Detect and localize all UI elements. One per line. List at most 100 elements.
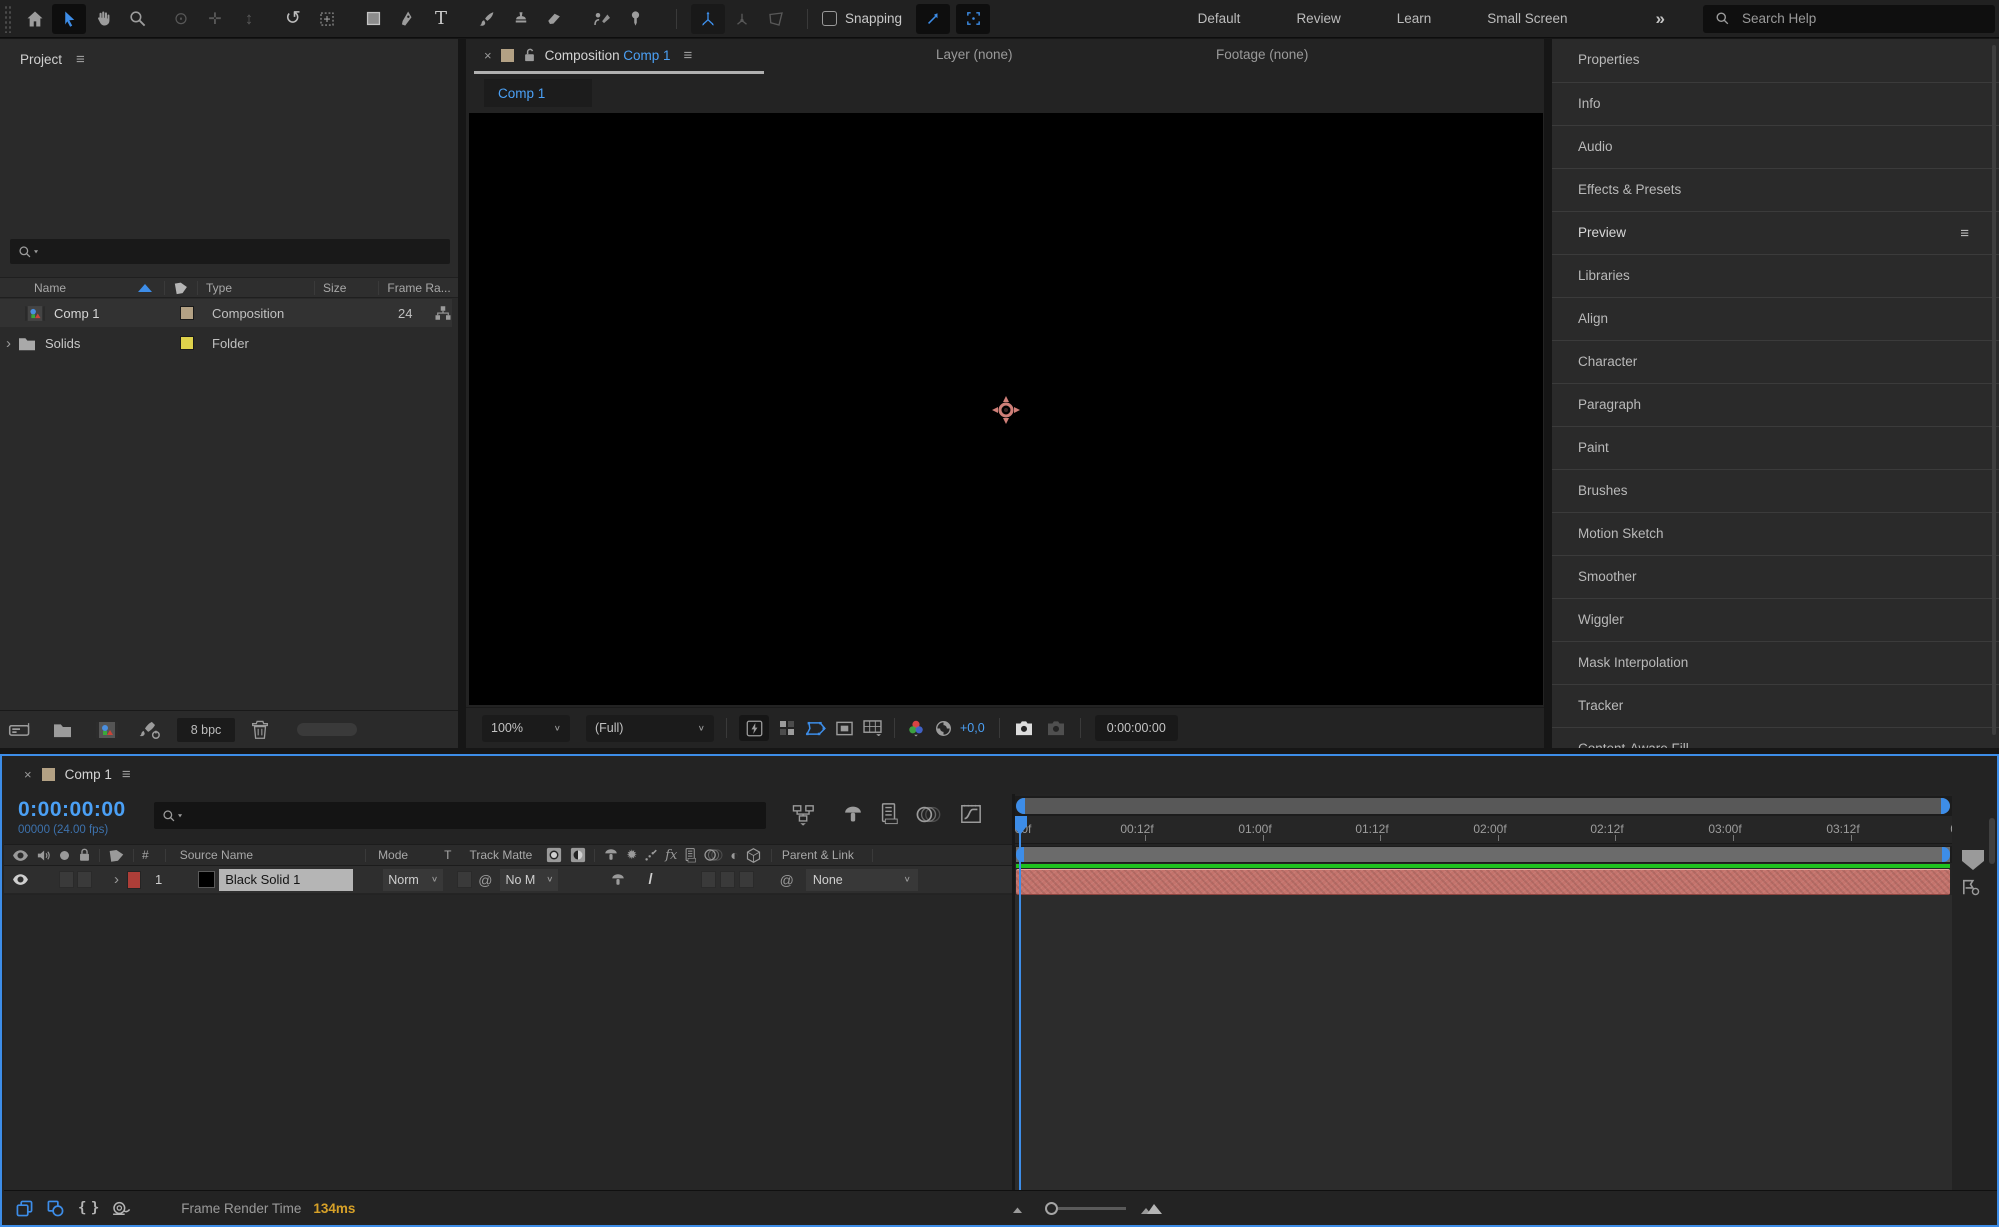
- layer-tab[interactable]: Layer (none): [936, 47, 1013, 62]
- graph-editor-icon[interactable]: [960, 803, 982, 825]
- sort-ascending-icon[interactable]: [138, 284, 152, 292]
- work-area-bar[interactable]: [1016, 847, 1950, 862]
- selection-tool[interactable]: [52, 4, 86, 34]
- pen-tool[interactable]: [390, 4, 424, 34]
- rectangle-tool[interactable]: [356, 4, 390, 34]
- composition-tab[interactable]: × Composition Comp 1 ≡: [474, 39, 702, 72]
- project-settings-icon[interactable]: [139, 720, 161, 740]
- roto-brush-tool[interactable]: [584, 4, 618, 34]
- snap-arrow-toggle[interactable]: [916, 4, 950, 34]
- layer-visibility-eye-icon[interactable]: [12, 873, 29, 886]
- time-navigator-bar[interactable]: [1016, 798, 1950, 814]
- eraser-tool[interactable]: [538, 4, 572, 34]
- panel-paint[interactable]: Paint: [1552, 426, 1999, 469]
- label-color-swatch[interactable]: [180, 306, 194, 320]
- interpret-footage-icon[interactable]: [8, 720, 32, 740]
- layer-label-color[interactable]: [127, 871, 141, 889]
- panel-smoother[interactable]: Smoother: [1552, 555, 1999, 598]
- project-search-input[interactable]: ▾: [10, 239, 450, 264]
- channel-rgb-icon[interactable]: [907, 719, 925, 737]
- rotate-tool[interactable]: ↺: [276, 4, 310, 34]
- delete-trash-icon[interactable]: [251, 720, 269, 739]
- panel-info[interactable]: Info: [1552, 82, 1999, 125]
- type-tool[interactable]: T: [424, 4, 458, 34]
- switch-box-1[interactable]: [701, 871, 716, 888]
- effects-fx-icon[interactable]: fx: [665, 848, 677, 863]
- zoom-slider-knob[interactable]: [1045, 1202, 1058, 1215]
- view-axis-mode-icon[interactable]: [759, 4, 793, 34]
- zoom-tool[interactable]: [120, 4, 154, 34]
- grid-guides-icon[interactable]: [863, 720, 882, 736]
- snap-bounds-toggle[interactable]: [956, 4, 990, 34]
- panel-menu-icon[interactable]: ≡: [684, 47, 693, 64]
- brush-tool[interactable]: [470, 4, 504, 34]
- panel-properties[interactable]: Properties: [1552, 39, 1999, 82]
- pan-behind-tool[interactable]: [310, 4, 344, 34]
- panel-content-aware-fill[interactable]: Content-Aware Fill: [1552, 727, 1999, 748]
- panel-mask-interpolation[interactable]: Mask Interpolation: [1552, 641, 1999, 684]
- time-navigator-track[interactable]: [1015, 796, 1952, 816]
- panel-effects-presets[interactable]: Effects & Presets: [1552, 168, 1999, 211]
- audio-toggle-box[interactable]: [59, 871, 74, 888]
- pan-camera-tool[interactable]: ✛: [198, 4, 232, 34]
- zoom-out-mountain-icon[interactable]: [1012, 1203, 1027, 1214]
- fast-previews-icon[interactable]: [739, 715, 769, 741]
- comp-marker-bin-icon[interactable]: [1962, 850, 1984, 870]
- workspace-review[interactable]: Review: [1268, 11, 1368, 26]
- region-of-interest-icon[interactable]: [836, 721, 853, 736]
- help-search-box[interactable]: Search Help: [1703, 5, 1995, 33]
- panel-tracker[interactable]: Tracker: [1552, 684, 1999, 727]
- home-tool[interactable]: [18, 4, 52, 34]
- expand-layer-switches-icon[interactable]: [16, 1200, 33, 1217]
- comp-subtab[interactable]: Comp 1: [484, 79, 592, 107]
- frame-blending-icon[interactable]: [880, 803, 898, 825]
- switch-box-3[interactable]: [739, 871, 754, 888]
- column-size[interactable]: Size: [323, 281, 346, 295]
- comp-button-icon[interactable]: [1960, 878, 1982, 896]
- panel-brushes[interactable]: Brushes: [1552, 469, 1999, 512]
- shy-toggle-icon[interactable]: [610, 873, 626, 887]
- orbit-camera-tool[interactable]: ⊙: [164, 4, 198, 34]
- adjustment-layer-icon[interactable]: ◐: [730, 847, 738, 863]
- blend-mode-select[interactable]: Norm∨: [383, 869, 443, 891]
- exposure-reset-icon[interactable]: [935, 720, 952, 737]
- alpha-matte-icon[interactable]: [546, 847, 562, 863]
- snapping-checkbox[interactable]: [822, 11, 837, 26]
- audio-speaker-icon[interactable]: [36, 848, 51, 863]
- quality-icon[interactable]: [644, 848, 658, 862]
- used-in-network-icon[interactable]: [434, 304, 452, 322]
- column-track-matte[interactable]: Track Matte: [469, 848, 532, 862]
- panel-wiggler[interactable]: Wiggler: [1552, 598, 1999, 641]
- time-ruler[interactable]: 00f 00:12f 01:00f 01:12f 02:00f 02:12f 0…: [1015, 816, 1997, 844]
- column-toggle-t[interactable]: T: [444, 848, 451, 862]
- workspace-learn[interactable]: Learn: [1369, 11, 1460, 26]
- clone-stamp-tool[interactable]: [504, 4, 538, 34]
- new-folder-icon[interactable]: [52, 721, 73, 738]
- composition-mini-flowchart-icon[interactable]: [792, 804, 816, 826]
- dolly-camera-tool[interactable]: ↕: [232, 4, 266, 34]
- unlock-icon[interactable]: [523, 48, 536, 63]
- shy-icon[interactable]: [603, 848, 619, 862]
- column-parent-link[interactable]: Parent & Link: [782, 848, 854, 862]
- toolbar-grip[interactable]: [4, 5, 12, 33]
- column-name[interactable]: Name: [34, 281, 66, 295]
- collapse-transformations-icon[interactable]: ✹: [626, 847, 637, 863]
- column-type[interactable]: Type: [206, 281, 232, 295]
- panel-menu-icon[interactable]: ≡: [76, 51, 85, 68]
- motion-blur-icon[interactable]: [704, 848, 723, 862]
- layer-row[interactable]: › 1 Black Solid 1 Norm∨ @ No M∨ / @ None…: [4, 866, 1012, 894]
- magnification-select[interactable]: 100%∨: [482, 715, 570, 742]
- local-axis-mode-icon[interactable]: [691, 4, 725, 34]
- video-visibility-eye-icon[interactable]: [12, 849, 29, 862]
- column-source-name[interactable]: Source Name: [180, 848, 253, 862]
- transparency-grid-icon[interactable]: [779, 720, 795, 736]
- panel-paragraph[interactable]: Paragraph: [1552, 383, 1999, 426]
- column-layer-number[interactable]: #: [142, 848, 149, 862]
- zoom-slider-track[interactable]: [1058, 1207, 1126, 1210]
- preserve-transparency-box[interactable]: [457, 871, 472, 888]
- zoom-in-mountains-icon[interactable]: [1140, 1202, 1164, 1215]
- playhead-line[interactable]: [1019, 816, 1021, 1190]
- timeline-vertical-scrollbar[interactable]: [1989, 818, 1995, 864]
- panel-menu-icon[interactable]: ≡: [1960, 212, 1969, 255]
- tab-close-icon[interactable]: ×: [24, 767, 32, 782]
